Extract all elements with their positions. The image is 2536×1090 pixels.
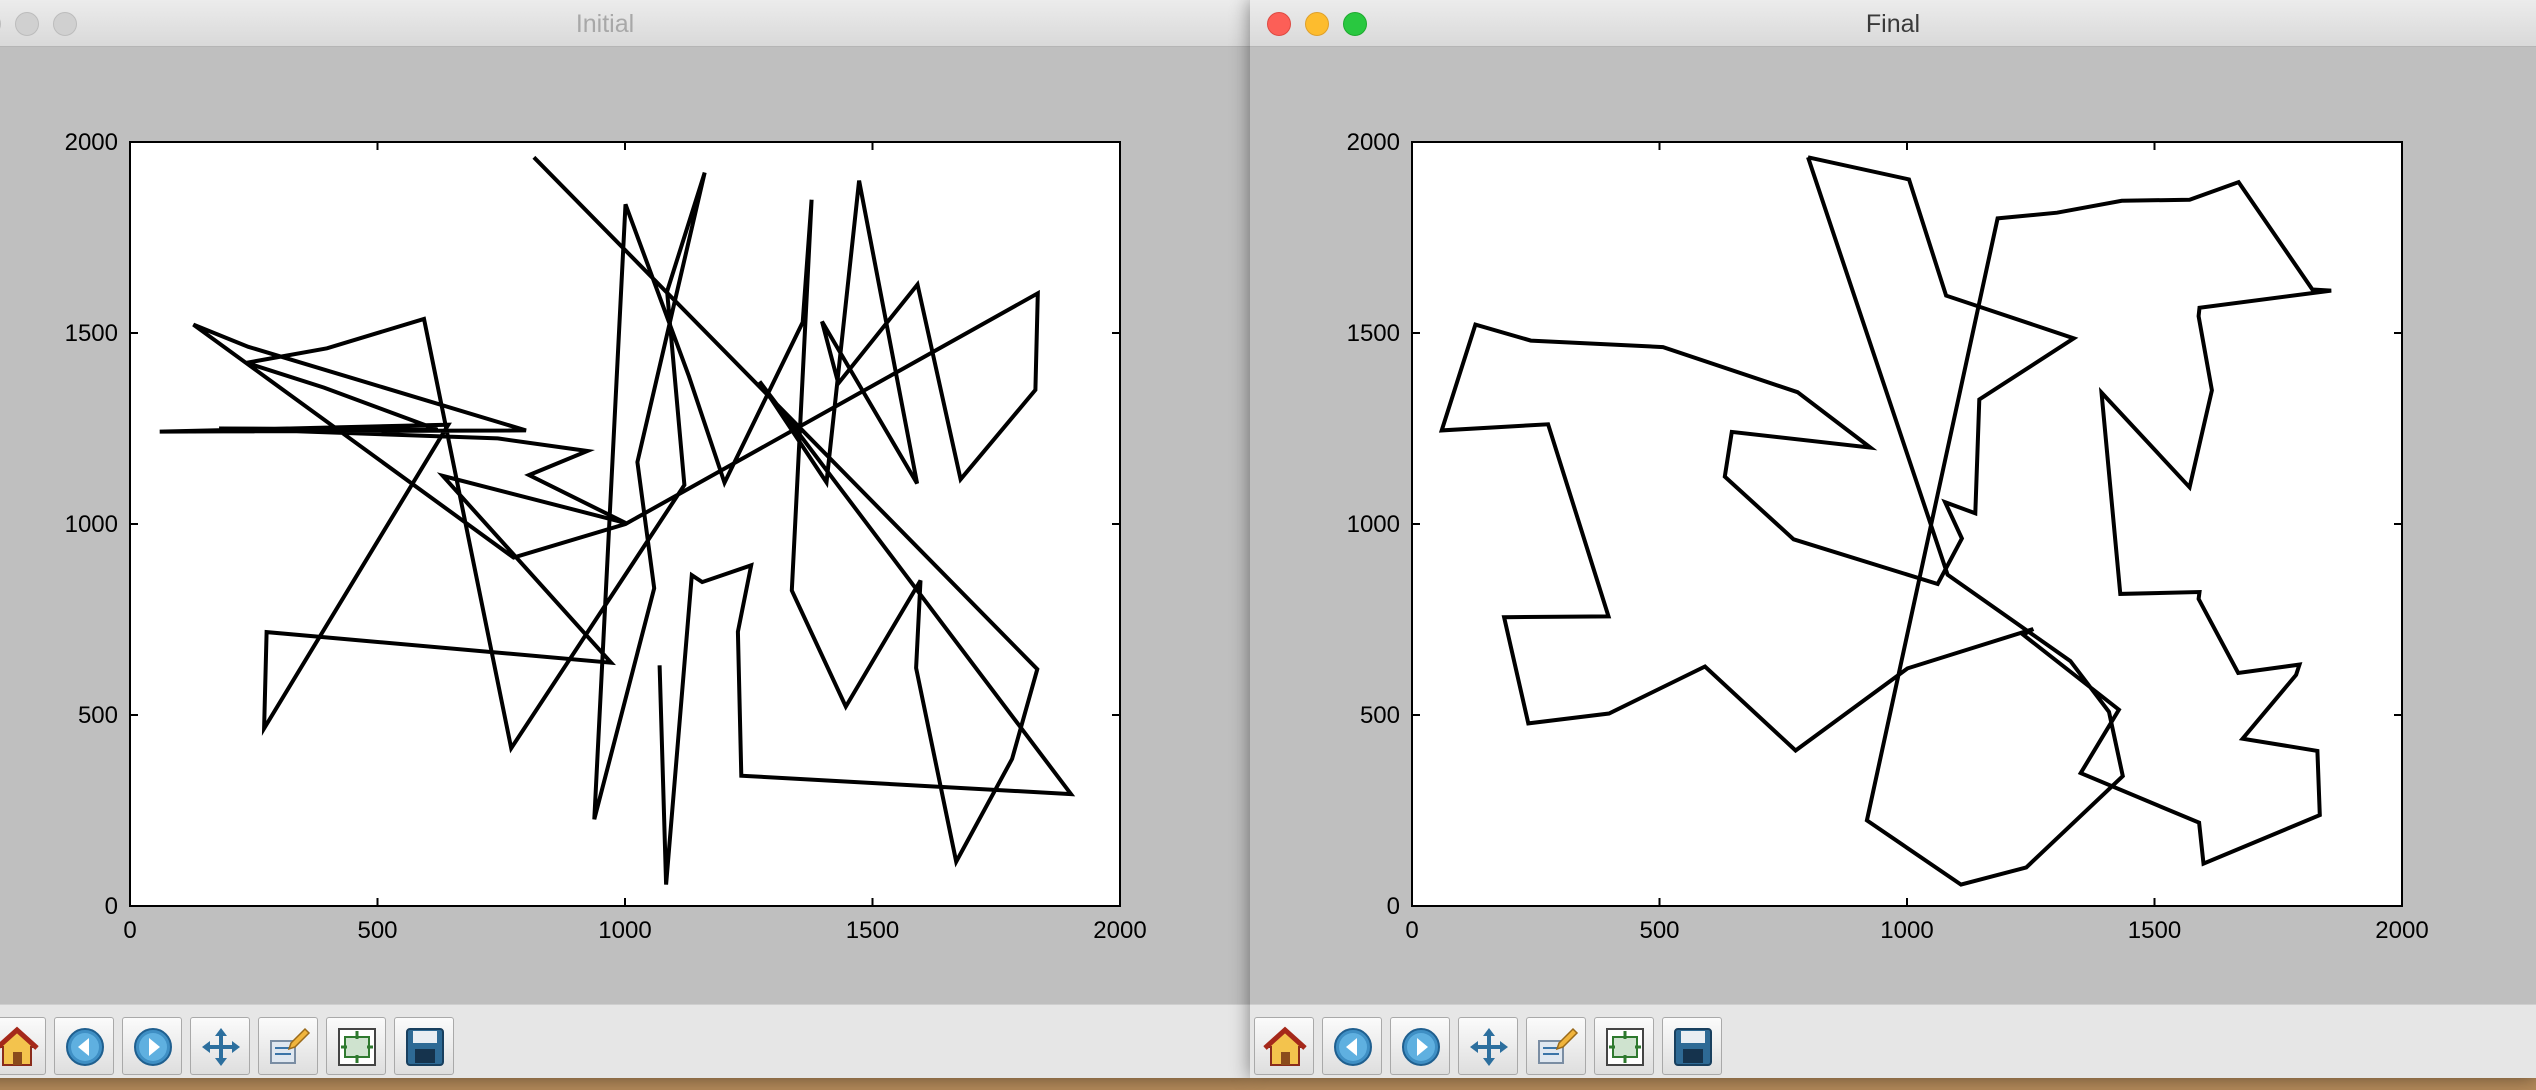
title-bar[interactable]: Final xyxy=(1250,0,2536,47)
save-icon xyxy=(406,1028,444,1066)
back-button[interactable] xyxy=(1322,1017,1382,1075)
move-button[interactable] xyxy=(1458,1017,1518,1075)
zoom-rect-icon xyxy=(1606,1028,1644,1066)
x-tick-label: 1500 xyxy=(846,917,899,944)
configure-subplots-button[interactable] xyxy=(258,1017,318,1075)
zoom-rect-button[interactable] xyxy=(326,1017,386,1075)
axes-frame xyxy=(1411,141,2403,907)
x-tick-label: 1000 xyxy=(1880,917,1933,944)
window-title: Final xyxy=(1865,10,1921,38)
configure-subplots-icon xyxy=(1538,1027,1579,1064)
x-tick-label: 1500 xyxy=(2128,917,2181,944)
window-title: Initial xyxy=(575,10,635,38)
y-tick-label: 1500 xyxy=(65,320,118,347)
save-button[interactable] xyxy=(1662,1017,1722,1075)
y-tick-label: 500 xyxy=(78,702,118,729)
x-tick-label: 500 xyxy=(357,917,397,944)
forward-icon xyxy=(1402,1028,1440,1066)
navigation-toolbar xyxy=(1250,1004,2536,1078)
home-button[interactable] xyxy=(0,1017,46,1075)
configure-subplots-icon xyxy=(270,1027,311,1064)
window-final: Final 0 500 1000 1500 2000 0 500 1000 1500 2000 xyxy=(1250,0,2536,1078)
move-icon xyxy=(202,1028,240,1066)
save-button[interactable] xyxy=(394,1017,454,1075)
home-button[interactable] xyxy=(1254,1017,1314,1075)
x-tick-label: 2000 xyxy=(1093,917,1146,944)
back-icon xyxy=(66,1028,104,1066)
back-button[interactable] xyxy=(54,1017,114,1075)
plot-canvas[interactable]: 0 500 1000 1500 2000 0 500 1000 1500 2000 xyxy=(0,46,1250,1004)
plot-canvas[interactable]: 0 500 1000 1500 2000 0 500 1000 1500 2000 xyxy=(1250,46,2536,1004)
y-tick-label: 0 xyxy=(105,893,118,920)
window-initial: Initial 0 500 1000 1500 2000 0 500 1000 1500 2000 xyxy=(0,0,1250,1078)
forward-button[interactable] xyxy=(122,1017,182,1075)
y-tick-label: 1000 xyxy=(65,511,118,538)
forward-button[interactable] xyxy=(1390,1017,1450,1075)
home-icon xyxy=(1263,1026,1307,1066)
navigation-toolbar xyxy=(0,1004,1250,1078)
move-button[interactable] xyxy=(190,1017,250,1075)
x-tick-label: 500 xyxy=(1639,917,1679,944)
y-tick-label: 1000 xyxy=(1347,511,1400,538)
back-icon xyxy=(1334,1028,1372,1066)
x-tick-label: 0 xyxy=(123,917,136,944)
x-tick-label: 2000 xyxy=(2375,917,2428,944)
y-tick-label: 500 xyxy=(1360,702,1400,729)
y-tick-label: 1500 xyxy=(1347,320,1400,347)
y-tick-label: 2000 xyxy=(65,129,118,156)
zoom-rect-button[interactable] xyxy=(1594,1017,1654,1075)
save-icon xyxy=(1674,1028,1712,1066)
move-icon xyxy=(1470,1028,1508,1066)
configure-subplots-button[interactable] xyxy=(1526,1017,1586,1075)
x-tick-label: 1000 xyxy=(598,917,651,944)
home-icon xyxy=(0,1026,39,1066)
y-tick-label: 0 xyxy=(1387,893,1400,920)
title-bar[interactable]: Initial xyxy=(0,0,1250,47)
forward-icon xyxy=(134,1028,172,1066)
zoom-rect-icon xyxy=(338,1028,376,1066)
x-tick-label: 0 xyxy=(1405,917,1418,944)
y-tick-label: 2000 xyxy=(1347,129,1400,156)
